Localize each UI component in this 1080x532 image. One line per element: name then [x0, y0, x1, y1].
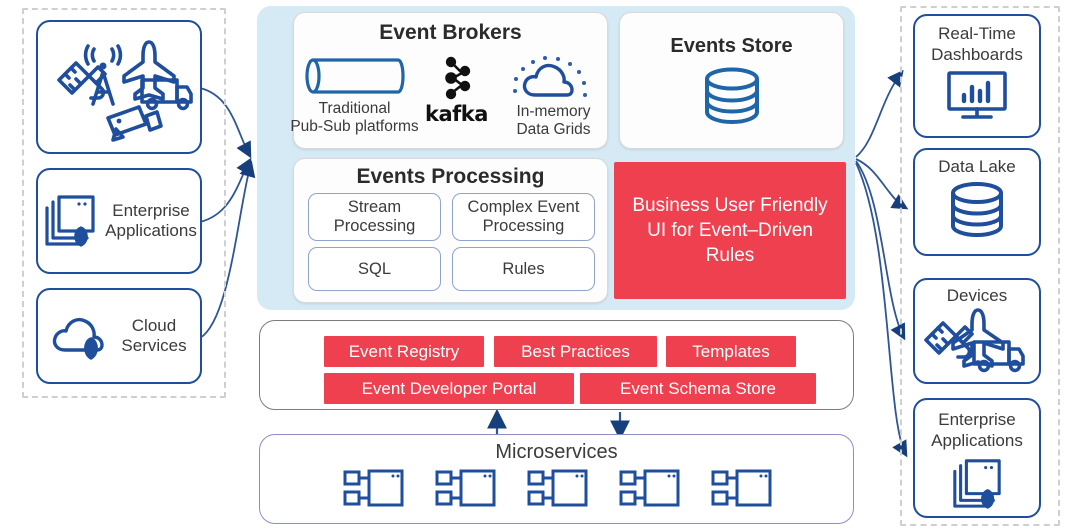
- database-icon: [946, 181, 1008, 239]
- source-devices[interactable]: [36, 20, 202, 154]
- database-icon: [699, 66, 765, 126]
- cloud-dots-icon: [511, 55, 597, 101]
- microservice-icon[interactable]: [343, 467, 405, 509]
- consumer-data-lake[interactable]: Data Lake: [913, 148, 1041, 256]
- microservices-icon-row: [260, 467, 855, 509]
- source-cloud-services[interactable]: Cloud Services: [36, 288, 202, 384]
- microservices-box: Microservices: [259, 434, 854, 524]
- broker-traditional-pubsub-label: Traditional Pub-Sub platforms: [290, 100, 419, 135]
- events-store-card[interactable]: Events Store: [619, 12, 844, 149]
- consumer-real-time-dashboards[interactable]: Real-Time Dashboards: [913, 14, 1041, 138]
- cloud-services-icon: [51, 312, 113, 360]
- diagram-canvas: Enterprise Applications Cloud Services E…: [0, 0, 1080, 532]
- devices-icon: [45, 32, 193, 142]
- event-governance-box: Event Registry Best Practices Templates …: [259, 320, 854, 410]
- microservice-icon[interactable]: [619, 467, 681, 509]
- broker-in-memory-data-grids-label: In-memory Data Grids: [516, 103, 591, 138]
- kafka-icon: [436, 55, 478, 101]
- cylinder-icon: [303, 55, 407, 97]
- consumer-devices[interactable]: Devices: [913, 278, 1041, 384]
- broker-traditional-pubsub[interactable]: Traditional Pub-Sub platforms: [290, 55, 419, 136]
- broker-kafka-label: kafka: [425, 102, 488, 126]
- pill-event-schema-store[interactable]: Event Schema Store: [580, 373, 816, 404]
- microservice-icon[interactable]: [435, 467, 497, 509]
- broker-in-memory-data-grids[interactable]: In-memory Data Grids: [501, 55, 607, 139]
- consumer-enterprise-applications[interactable]: Enterprise Applications: [913, 398, 1041, 518]
- dashboard-monitor-icon: [945, 70, 1009, 122]
- events-store-title: Events Store: [670, 35, 793, 57]
- consumer-enterprise-applications-label: Enterprise Applications: [931, 410, 1023, 450]
- consumer-real-time-dashboards-label: Real-Time Dashboards: [931, 24, 1023, 64]
- events-processing-card[interactable]: Events Processing Stream Processing Comp…: [293, 158, 608, 303]
- microservice-icon[interactable]: [711, 467, 773, 509]
- source-enterprise-applications[interactable]: Enterprise Applications: [36, 168, 202, 274]
- events-processing-title: Events Processing: [356, 165, 545, 188]
- source-cloud-services-label: Cloud Services: [121, 316, 187, 355]
- processing-rules[interactable]: Rules: [452, 247, 595, 291]
- business-user-ui-box[interactable]: Business User Friendly UI for Event–Driv…: [614, 162, 846, 299]
- consumer-devices-label: Devices: [946, 286, 1008, 305]
- broker-kafka[interactable]: kafka: [419, 55, 495, 126]
- pill-templates[interactable]: Templates: [666, 336, 796, 367]
- event-brokers-title: Event Brokers: [379, 21, 522, 44]
- microservice-icon[interactable]: [527, 467, 589, 509]
- consumer-data-lake-label: Data Lake: [938, 157, 1016, 176]
- pill-event-registry[interactable]: Event Registry: [324, 336, 484, 367]
- pill-event-developer-portal[interactable]: Event Developer Portal: [324, 373, 574, 404]
- enterprise-applications-icon: [41, 192, 99, 250]
- microservices-title: Microservices: [495, 441, 618, 463]
- source-enterprise-applications-label: Enterprise Applications: [105, 201, 197, 240]
- processing-stream-processing[interactable]: Stream Processing: [308, 193, 441, 241]
- enterprise-applications-icon: [947, 456, 1007, 510]
- pill-best-practices[interactable]: Best Practices: [494, 336, 657, 367]
- devices-icon: [922, 308, 1032, 374]
- event-brokers-card[interactable]: Event Brokers Traditional Pub-Sub platfo…: [290, 12, 608, 149]
- consumer-connectors: [855, 69, 909, 458]
- processing-sql[interactable]: SQL: [308, 247, 441, 291]
- processing-complex-event-processing[interactable]: Complex Event Processing: [452, 193, 595, 241]
